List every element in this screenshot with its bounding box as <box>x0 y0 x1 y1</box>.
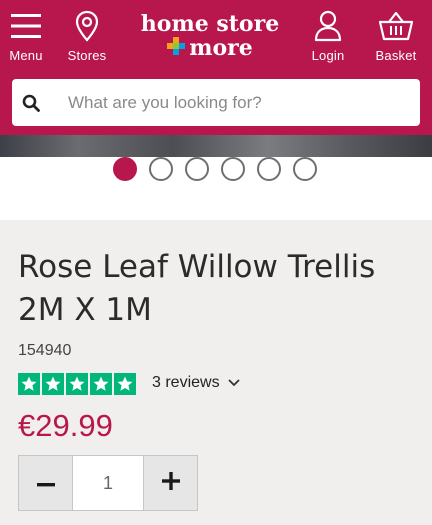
search-icon[interactable] <box>22 94 40 112</box>
star-icon <box>114 373 136 395</box>
basket-label: Basket <box>375 48 417 63</box>
product-image-strip <box>0 135 432 157</box>
star-icon <box>90 373 112 395</box>
reviews-toggle[interactable]: 3 reviews <box>152 374 240 392</box>
search-input[interactable] <box>68 92 398 113</box>
hamburger-icon <box>10 10 42 42</box>
star-icon <box>18 373 40 395</box>
location-pin-icon <box>75 10 99 42</box>
basket-icon <box>379 10 413 42</box>
carousel-dot[interactable] <box>257 157 281 181</box>
product-sku: 154940 <box>18 342 72 359</box>
increase-quantity-button[interactable] <box>144 456 197 510</box>
stores-button[interactable]: Stores <box>57 10 117 64</box>
site-header: Menu Stores home store more Login Basket <box>0 0 432 135</box>
star-icon <box>42 373 64 395</box>
logo-line-1: home store <box>140 11 280 37</box>
search-bar[interactable] <box>12 79 420 126</box>
stores-label: Stores <box>67 48 107 63</box>
product-title: Rose Leaf Willow Trellis 2M X 1M <box>18 249 376 328</box>
carousel-dot[interactable] <box>185 157 209 181</box>
carousel-dot[interactable] <box>113 157 137 181</box>
minus-icon <box>36 474 55 492</box>
logo-cross-icon <box>167 37 186 59</box>
chevron-down-icon <box>228 374 240 392</box>
plus-icon <box>161 471 180 495</box>
menu-label: Menu <box>9 48 43 63</box>
login-label: Login <box>311 48 345 63</box>
user-icon <box>314 10 342 42</box>
carousel-dot[interactable] <box>293 157 317 181</box>
home-store-more-logo[interactable]: home store more <box>140 12 280 62</box>
star-rating <box>18 373 136 395</box>
product-price: €29.99 <box>18 408 113 443</box>
quantity-stepper <box>18 455 198 511</box>
decrease-quantity-button[interactable] <box>19 456 72 510</box>
logo-line-2: more <box>189 35 253 61</box>
star-icon <box>66 373 88 395</box>
quantity-input[interactable] <box>72 456 144 510</box>
login-button[interactable]: Login <box>298 10 358 64</box>
basket-button[interactable]: Basket <box>366 10 426 64</box>
reviews-label: 3 reviews <box>152 374 220 391</box>
menu-button[interactable]: Menu <box>0 10 56 64</box>
carousel-dot[interactable] <box>149 157 173 181</box>
carousel-dot[interactable] <box>221 157 245 181</box>
carousel-dots <box>113 157 323 183</box>
